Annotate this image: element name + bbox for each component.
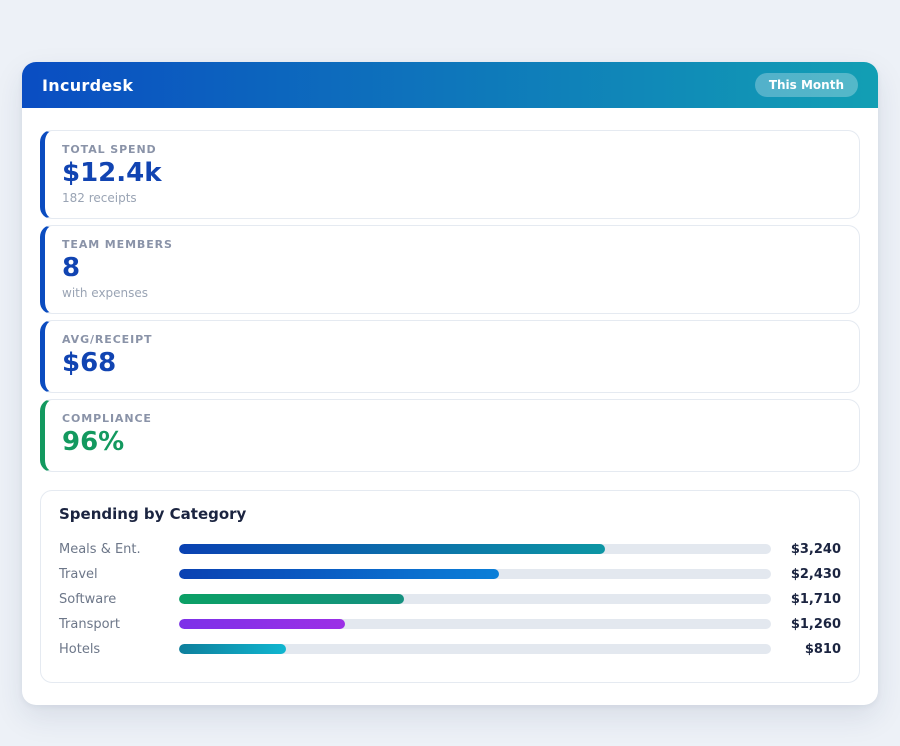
category-bar-track [179, 594, 771, 604]
category-label: Travel [59, 567, 179, 582]
category-label: Meals & Ent. [59, 542, 179, 557]
stat-value: 96% [62, 428, 842, 458]
category-bar-track [179, 619, 771, 629]
stat-label: TEAM MEMBERS [62, 238, 842, 251]
stat-label: COMPLIANCE [62, 412, 842, 425]
category-amount: $1,710 [779, 592, 841, 607]
category-bar-fill [179, 544, 605, 554]
dashboard-body: TOTAL SPEND $12.4k 182 receipts TEAM MEM… [22, 108, 878, 705]
category-amount: $3,240 [779, 542, 841, 557]
category-row-hotels: Hotels $810 [59, 637, 841, 662]
stat-card-team-members: TEAM MEMBERS 8 with expenses [40, 225, 860, 314]
category-row-travel: Travel $2,430 [59, 562, 841, 587]
category-amount: $2,430 [779, 567, 841, 582]
app-title: Incurdesk [42, 76, 133, 95]
stat-subtext: 182 receipts [62, 191, 842, 205]
stat-label: AVG/RECEIPT [62, 333, 842, 346]
category-label: Software [59, 592, 179, 607]
spending-by-category-panel: Spending by Category Meals & Ent. $3,240… [40, 490, 860, 683]
stat-card-compliance: COMPLIANCE 96% [40, 399, 860, 472]
category-label: Transport [59, 617, 179, 632]
page-background: { "colors": { "page_bg": "#edf1f7", "hea… [0, 0, 900, 746]
stat-label: TOTAL SPEND [62, 143, 842, 156]
category-bar-fill [179, 594, 404, 604]
stat-card-avg-receipt: AVG/RECEIPT $68 [40, 320, 860, 393]
category-amount: $810 [779, 642, 841, 657]
category-bar-fill [179, 619, 345, 629]
stat-value: $12.4k [62, 159, 842, 189]
stat-card-total-spend: TOTAL SPEND $12.4k 182 receipts [40, 130, 860, 219]
header: Incurdesk This Month [22, 62, 878, 108]
stat-value: $68 [62, 349, 842, 379]
category-row-software: Software $1,710 [59, 587, 841, 612]
category-bar-track [179, 544, 771, 554]
category-row-meals: Meals & Ent. $3,240 [59, 537, 841, 562]
category-label: Hotels [59, 642, 179, 657]
stat-subtext: with expenses [62, 286, 842, 300]
category-amount: $1,260 [779, 617, 841, 632]
period-badge[interactable]: This Month [755, 73, 858, 97]
expense-dashboard: Incurdesk This Month TOTAL SPEND $12.4k … [22, 62, 878, 705]
category-bar-track [179, 569, 771, 579]
category-bar-track [179, 644, 771, 654]
category-bar-fill [179, 569, 499, 579]
category-bar-fill [179, 644, 286, 654]
stat-value: 8 [62, 254, 842, 284]
panel-title: Spending by Category [59, 505, 841, 523]
category-row-transport: Transport $1,260 [59, 612, 841, 637]
